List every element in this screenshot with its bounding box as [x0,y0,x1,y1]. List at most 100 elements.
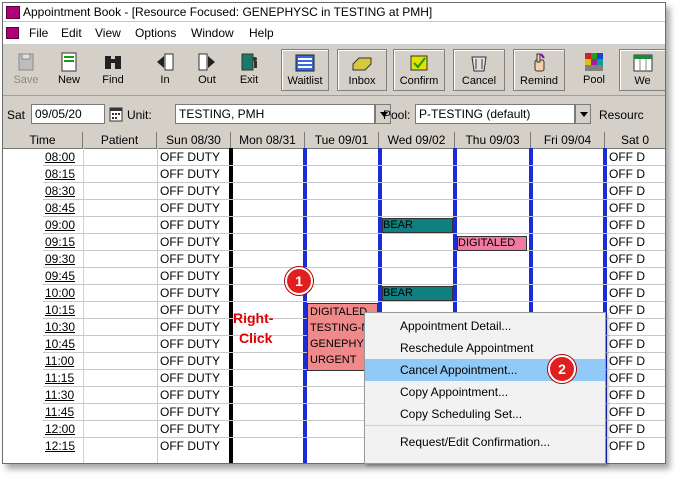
time-label[interactable]: 09:30 [45,251,83,268]
pool-grid-icon [585,53,603,71]
off-duty-sat: OFF D [609,218,645,232]
header-patient[interactable]: Patient [83,132,157,148]
check-in-button[interactable]: In [147,49,183,91]
menu-view[interactable]: View [95,26,121,40]
header-thu[interactable]: Thu 09/03 [455,132,531,148]
right-click-annotation: Right- Click [233,310,274,346]
off-duty-sat: OFF D [609,388,645,402]
time-label[interactable]: 08:00 [45,149,83,166]
calendar-picker-icon[interactable] [109,106,123,122]
unit-select[interactable]: TESTING, PMH [175,104,375,124]
filter-bar: Sat 09/05/20 Unit: TESTING, PMH Pool: P-… [3,96,665,132]
menu-help[interactable]: Help [249,26,274,40]
off-duty-sat: OFF D [609,184,645,198]
off-duty-sat: OFF D [609,422,645,436]
cancel-button[interactable]: Cancel [453,49,505,91]
off-duty-sat: OFF D [609,439,645,453]
header-mon[interactable]: Mon 08/31 [231,132,305,148]
day-label: Sat [7,108,26,122]
save-button[interactable]: Save [7,49,45,91]
time-label[interactable]: 10:45 [45,336,83,353]
time-label[interactable]: 08:45 [45,200,83,217]
time-label[interactable]: 08:15 [45,166,83,183]
time-label[interactable]: 11:15 [45,370,83,387]
time-label[interactable]: 08:30 [45,183,83,200]
time-label[interactable]: 11:00 [45,353,83,370]
title-bar: Appointment Book - [Resource Focused: GE… [3,3,665,22]
time-label[interactable]: 11:30 [45,387,83,404]
pool-dropdown-arrow[interactable] [575,104,591,124]
off-duty-sun: OFF DUTY [160,218,220,232]
off-duty-sun: OFF DUTY [160,184,220,198]
time-row: 08:30 OFF DUTY OFF D [3,183,665,200]
new-document-icon [61,52,77,72]
remind-button[interactable]: Remind [513,49,565,91]
pool-select[interactable]: P-TESTING (default) [415,104,575,124]
time-label[interactable]: 10:30 [45,319,83,336]
save-icon [18,53,34,71]
confirm-button[interactable]: Confirm [393,49,445,91]
off-duty-sun: OFF DUTY [160,150,220,164]
menu-item-request-edit-confirmation[interactable]: Request/Edit Confirmation... [365,431,605,453]
week-view-button[interactable]: We [619,49,665,91]
pool-button[interactable]: Pool [575,49,613,91]
time-label[interactable]: 12:00 [45,421,83,438]
menu-options[interactable]: Options [135,26,176,40]
header-sat[interactable]: Sat 0 [605,132,665,148]
time-label[interactable]: 09:45 [45,268,83,285]
menu-item-appointment-detail[interactable]: Appointment Detail... [365,315,605,337]
header-wed[interactable]: Wed 09/02 [379,132,455,148]
time-label[interactable]: 12:15 [45,438,83,455]
header-sun[interactable]: Sun 08/30 [157,132,231,148]
appointment-block[interactable]: DIGITALED [457,236,527,251]
time-row: 09:45 OFF DUTY OFF D [3,268,665,285]
header-fri[interactable]: Fri 09/04 [531,132,605,148]
off-duty-sat: OFF D [609,201,645,215]
resource-label: Resourc [599,108,644,122]
waitlist-icon [295,54,315,72]
off-duty-sat: OFF D [609,286,645,300]
off-duty-sun: OFF DUTY [160,269,220,283]
off-duty-sun: OFF DUTY [160,354,220,368]
off-duty-sat: OFF D [609,371,645,385]
inbox-tray-icon [352,57,372,71]
binoculars-icon [105,56,121,69]
time-label[interactable]: 10:00 [45,285,83,302]
unit-label: Unit: [127,108,152,122]
time-label[interactable]: 09:00 [45,217,83,234]
menu-item-copy-appointment[interactable]: Copy Appointment... [365,381,605,403]
menu-bar: File Edit View Options Window Help [3,22,665,45]
off-duty-sun: OFF DUTY [160,286,220,300]
menu-item-copy-scheduling-set[interactable]: Copy Scheduling Set... [365,403,605,426]
off-duty-sun: OFF DUTY [160,201,220,215]
pool-label: Pool: [383,108,411,122]
time-row: 09:00 OFF DUTY OFF D [3,217,665,234]
new-button[interactable]: New [51,49,87,91]
menu-window[interactable]: Window [191,26,234,40]
time-label[interactable]: 10:15 [45,302,83,319]
app-icon [6,6,20,19]
header-time[interactable]: Time [3,132,83,148]
menu-edit[interactable]: Edit [61,26,82,40]
time-label[interactable]: 11:45 [45,404,83,421]
header-tue[interactable]: Tue 09/01 [305,132,379,148]
appointment-block[interactable]: BEAR [382,218,453,233]
exit-button[interactable]: Exit [231,49,267,91]
menu-file[interactable]: File [29,26,48,40]
off-duty-sat: OFF D [609,405,645,419]
menu-item-reschedule[interactable]: Reschedule Appointment [365,337,605,359]
waitlist-button[interactable]: Waitlist [281,49,329,91]
time-row: 08:00 OFF DUTY OFF D [3,149,665,166]
exit-door-icon [241,53,257,71]
off-duty-sat: OFF D [609,320,645,334]
inbox-button[interactable]: Inbox [337,49,387,91]
appointment-block[interactable]: BEAR [382,286,453,301]
check-in-icon [157,53,174,71]
document-icon[interactable] [6,27,19,39]
off-duty-sun: OFF DUTY [160,252,220,266]
find-button[interactable]: Find [95,49,131,91]
check-out-button[interactable]: Out [189,49,225,91]
date-field[interactable]: 09/05/20 [31,104,105,124]
time-label[interactable]: 09:15 [45,234,83,251]
off-duty-sat: OFF D [609,167,645,181]
